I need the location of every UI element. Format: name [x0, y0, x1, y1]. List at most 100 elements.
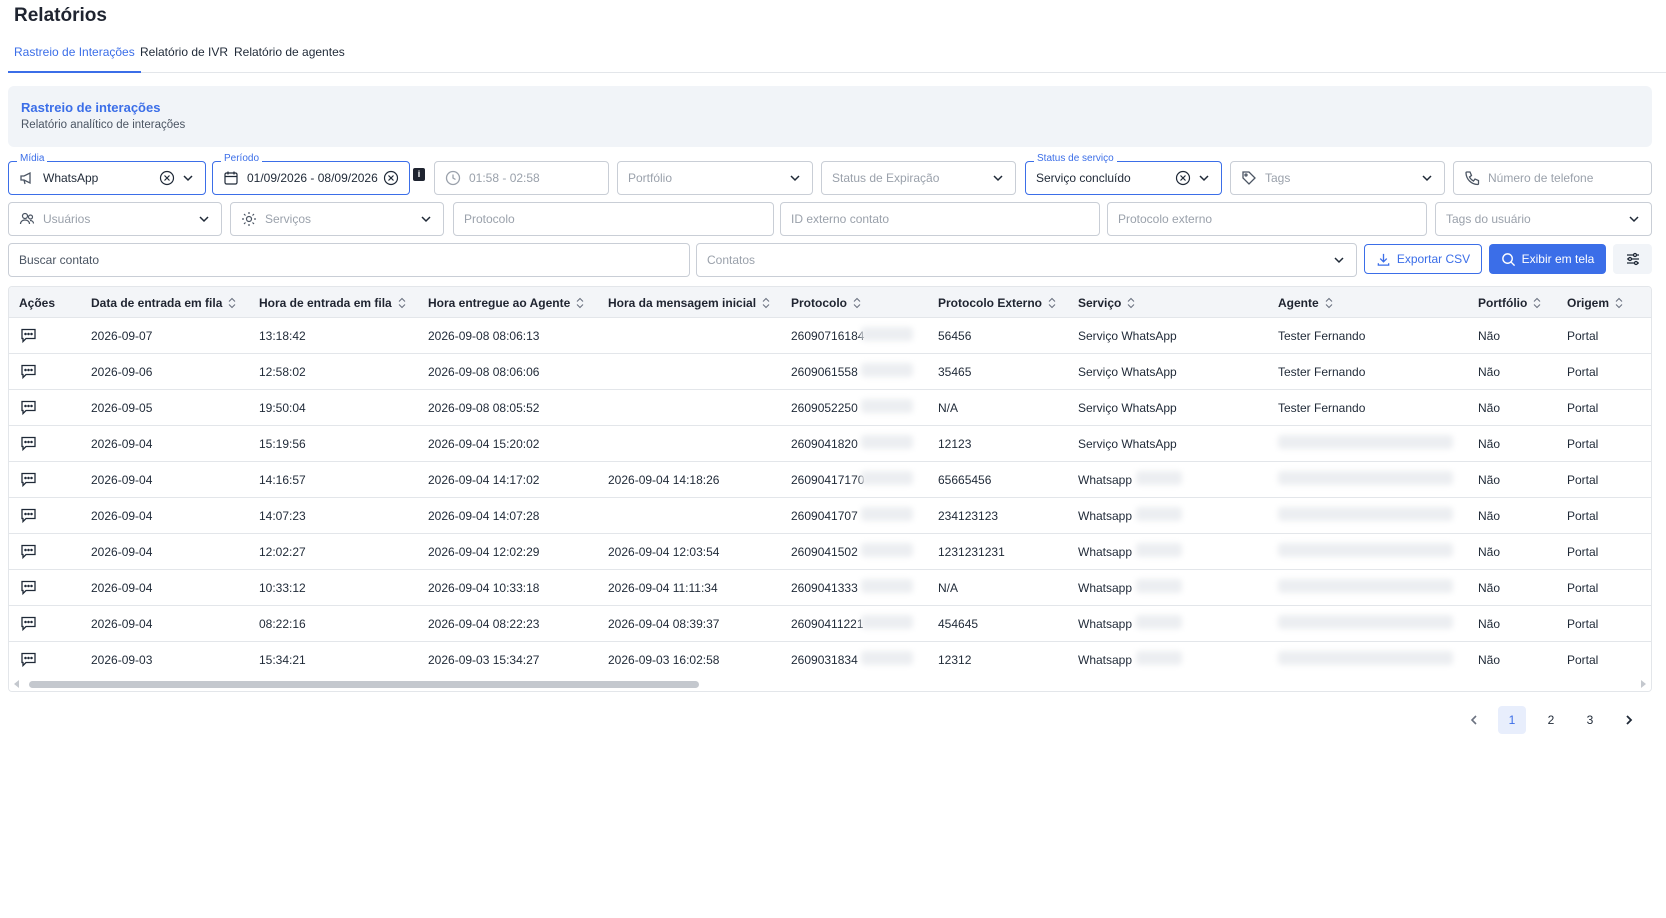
table-row[interactable]: 2026-09-05 19:50:04 2026-09-08 08:05:52 260…: [9, 390, 1651, 426]
prev-page-button[interactable]: [1460, 706, 1488, 734]
info-icon[interactable]: i: [413, 168, 425, 181]
tab-relatorio-agentes[interactable]: Relatório de agentes: [228, 45, 351, 73]
table-row[interactable]: 2026-09-04 08:22:16 2026-09-04 08:22:23 202…: [9, 606, 1651, 642]
scrollbar-thumb[interactable]: [29, 681, 699, 688]
col-servico[interactable]: Serviço: [1078, 296, 1136, 310]
cell-agente: Tester Fernando: [1278, 329, 1366, 343]
col-portfolio[interactable]: Portfólio: [1478, 296, 1542, 310]
column-settings-button[interactable]: [1613, 244, 1652, 274]
table-row[interactable]: 2026-09-04 15:19:56 2026-09-04 15:20:02 260…: [9, 426, 1651, 462]
chevron-right-icon: [1626, 715, 1633, 725]
cell-agente: Tester Fernando: [1278, 401, 1366, 415]
midia-value: WhatsApp: [43, 171, 99, 185]
protocolo-externo-input[interactable]: Protocolo externo: [1107, 202, 1427, 236]
tab-rastreio-interacoes[interactable]: Rastreio de Interações: [8, 45, 141, 73]
banner-title: Rastreio de interações: [21, 100, 161, 115]
tags-usuario-select[interactable]: Tags do usuário: [1435, 202, 1652, 236]
buscar-contato-placeholder: Buscar contato: [19, 253, 100, 267]
page-title: Relatórios: [14, 5, 107, 26]
col-hora-entregue[interactable]: Hora entregue ao Agente: [428, 296, 585, 310]
chat-icon[interactable]: [20, 435, 37, 452]
cell-inicial: 2026-09-04 08:39:37: [608, 617, 720, 631]
col-hora-mensagem[interactable]: Hora da mensagem inicial: [608, 296, 771, 310]
cell-origem: Portal: [1567, 509, 1599, 523]
cell-origem: Portal: [1567, 653, 1599, 667]
clear-icon[interactable]: [383, 170, 399, 186]
redacted-protocolo: [861, 507, 913, 521]
show-screen-button[interactable]: Exibir em tela: [1489, 244, 1606, 274]
scroll-left-arrow[interactable]: [14, 680, 19, 688]
next-page-button[interactable]: [1615, 706, 1643, 734]
horizontal-scrollbar[interactable]: [9, 677, 1651, 691]
chat-icon[interactable]: [20, 399, 37, 416]
protocolo-externo-placeholder: Protocolo externo: [1118, 212, 1213, 226]
table-row[interactable]: 2026-09-04 10:33:12 2026-09-04 10:33:18 202…: [9, 570, 1651, 606]
chat-icon[interactable]: [20, 651, 37, 668]
chat-icon[interactable]: [20, 543, 37, 560]
chat-icon[interactable]: [20, 363, 37, 380]
id-externo-input[interactable]: ID externo contato: [780, 202, 1100, 236]
cell-inicial: 2026-09-04 12:03:54: [608, 545, 720, 559]
portfolio-select[interactable]: Portfólio: [617, 161, 813, 195]
chevron-down-icon: [183, 175, 193, 182]
cell-protocolo: 260904171­70: [791, 473, 865, 487]
cell-externo: 1231231231: [938, 545, 1005, 559]
tags-placeholder: Tags: [1265, 171, 1291, 185]
page-2-button[interactable]: 2: [1537, 706, 1565, 734]
tab-relatorio-ivr[interactable]: Relatório de IVR: [134, 45, 234, 73]
chat-icon[interactable]: [20, 327, 37, 344]
chat-icon[interactable]: [20, 471, 37, 488]
cell-externo: 12123: [938, 437, 972, 451]
col-protocolo[interactable]: Protocolo: [791, 296, 862, 310]
chevron-down-icon: [1199, 175, 1209, 182]
clear-icon[interactable]: [1175, 170, 1191, 186]
telefone-input[interactable]: Número de telefone: [1453, 161, 1652, 195]
status-expiracao-select[interactable]: Status de Expiração: [821, 161, 1016, 195]
chat-icon[interactable]: [20, 615, 37, 632]
export-csv-button[interactable]: Exportar CSV: [1364, 244, 1482, 274]
midia-select[interactable]: Mídia WhatsApp: [8, 153, 206, 195]
hora-range-field[interactable]: 01:58 - 02:58: [434, 161, 609, 195]
col-data-entrada[interactable]: Data de entrada em fila: [91, 296, 237, 310]
cell-protocolo: 2609052250: [791, 401, 858, 415]
table-row[interactable]: 2026-09-06 12:58:02 2026-09-08 08:06:06 260…: [9, 354, 1651, 390]
midia-label: Mídia: [17, 153, 48, 164]
chat-icon[interactable]: [20, 579, 37, 596]
cell-portfolio: Não: [1478, 509, 1501, 523]
cell-entregue: 2026-09-08 08:05:52: [428, 401, 540, 415]
usuarios-select[interactable]: Usuários: [8, 202, 222, 236]
cell-data: 2026-09-03: [91, 653, 153, 667]
table-row[interactable]: 2026-09-04 14:16:57 2026-09-04 14:17:02 202…: [9, 462, 1651, 498]
scroll-right-arrow[interactable]: [1641, 680, 1646, 688]
buscar-contato-input[interactable]: Buscar contato: [8, 243, 690, 277]
contatos-select[interactable]: Contatos: [696, 243, 1357, 277]
search-icon: [1501, 252, 1515, 266]
protocolo-input[interactable]: Protocolo: [453, 202, 774, 236]
col-agente[interactable]: Agente: [1278, 296, 1334, 310]
cell-origem: Portal: [1567, 473, 1599, 487]
clear-icon[interactable]: [159, 170, 175, 186]
col-origem[interactable]: Origem: [1567, 296, 1624, 310]
chevron-left-icon: [1470, 715, 1477, 725]
cell-entregue: 2026-09-04 15:20:02: [428, 437, 540, 451]
cell-servico: Whatsapp: [1078, 653, 1133, 667]
table-row[interactable]: 2026-09-07 13:18:42 2026-09-08 08:06:13 260…: [9, 318, 1651, 354]
status-servico-select[interactable]: Status de serviço Serviço concluído: [1025, 153, 1222, 195]
table-row[interactable]: 2026-09-04 14:07:23 2026-09-04 14:07:28 260…: [9, 498, 1651, 534]
status-servico-value: Serviço concluído: [1036, 171, 1131, 185]
periodo-picker[interactable]: Período 01/09/2026 - 08/09/2026: [212, 153, 410, 195]
cell-protocolo: 2609031834: [791, 653, 858, 667]
servicos-select[interactable]: Serviços: [230, 202, 444, 236]
cell-servico: Serviço WhatsApp: [1078, 437, 1177, 451]
redacted-agente: [1278, 435, 1453, 449]
col-protocolo-externo[interactable]: Protocolo Externo: [938, 296, 1057, 310]
chat-icon[interactable]: [20, 507, 37, 524]
cell-protocolo: 260904170­7: [791, 509, 858, 523]
table-row[interactable]: 2026-09-04 12:02:27 2026-09-04 12:02:29 202…: [9, 534, 1651, 570]
table-row[interactable]: 2026-09-03 15:34:21 2026-09-03 15:34:27 202…: [9, 642, 1651, 678]
tags-select[interactable]: Tags: [1230, 161, 1445, 195]
col-hora-entrada[interactable]: Hora de entrada em fila: [259, 296, 407, 310]
page-1-button[interactable]: 1: [1498, 706, 1526, 734]
cell-portfolio: Não: [1478, 329, 1501, 343]
page-3-button[interactable]: 3: [1576, 706, 1604, 734]
